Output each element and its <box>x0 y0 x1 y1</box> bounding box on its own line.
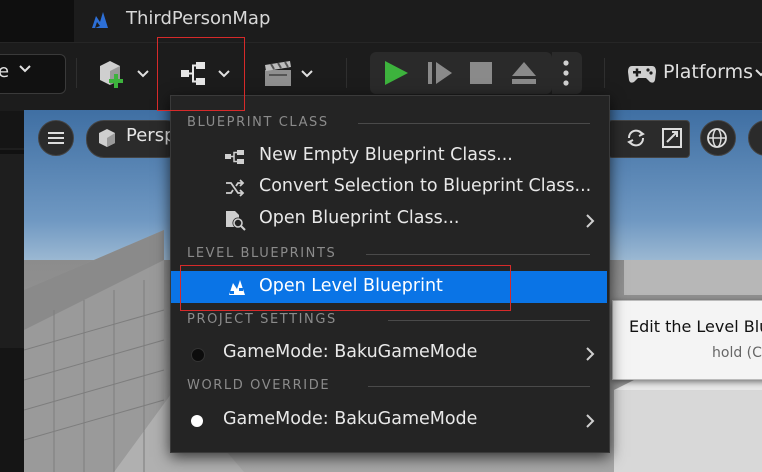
hamburger-icon <box>48 132 64 144</box>
level-icon <box>92 12 108 28</box>
open-blueprint-icon <box>226 211 246 231</box>
section-divider <box>368 386 590 387</box>
play-icon[interactable] <box>380 58 412 88</box>
mode-dropdown[interactable] <box>0 54 66 94</box>
toolbar-divider <box>346 58 347 88</box>
gamepad-icon <box>628 66 656 83</box>
mode-dropdown-label: e <box>0 61 10 82</box>
white-dot-icon <box>191 415 203 427</box>
cinematics-button[interactable] <box>260 52 322 96</box>
chevron-right-icon <box>586 347 595 361</box>
section-header-level-blueprints: LEVEL BLUEPRINTS <box>187 246 337 261</box>
tooltip-shortcut: hold (C <box>712 345 762 361</box>
section-header-world-override: WORLD OVERRIDE <box>187 378 331 393</box>
menu-item-label: GameMode: BakuGameMode <box>223 342 478 362</box>
toolbar-divider <box>76 58 77 88</box>
globe-icon <box>707 128 727 148</box>
menu-item-label: Open Blueprint Class... <box>259 208 460 228</box>
menu-item-label: Convert Selection to Blueprint Class... <box>259 176 592 196</box>
menu-item-label: GameMode: BakuGameMode <box>223 409 478 429</box>
menu-item-label: New Empty Blueprint Class... <box>259 145 513 165</box>
chevron-down-icon <box>19 65 31 73</box>
blueprint-graph-icon <box>225 150 244 164</box>
perspective-label: Persp <box>126 125 176 146</box>
chevron-down-icon <box>755 69 762 77</box>
chevron-right-icon <box>586 214 595 228</box>
toolbar-divider <box>604 58 605 88</box>
section-divider <box>366 254 590 255</box>
rotate-icon[interactable] <box>624 127 648 149</box>
tooltip-text: Edit the Level Blu <box>629 317 762 336</box>
advance-frame-icon[interactable] <box>424 58 456 88</box>
side-panel-divider <box>0 150 24 154</box>
section-divider <box>358 123 590 124</box>
add-actor-button[interactable] <box>94 52 154 96</box>
section-header-project-settings: PROJECT SETTINGS <box>187 312 337 327</box>
section-header-blueprint-class: BLUEPRINT CLASS <box>187 115 329 130</box>
stop-icon[interactable] <box>466 58 496 88</box>
tooltip <box>612 300 762 380</box>
black-dot-icon <box>191 348 205 362</box>
chevron-right-icon <box>586 414 595 428</box>
cube-icon <box>99 129 115 147</box>
highlight-blueprint-button <box>157 37 245 111</box>
eject-icon[interactable] <box>508 58 540 88</box>
shuffle-icon <box>226 179 245 197</box>
highlight-open-level-blueprint <box>180 265 511 311</box>
side-panel <box>0 148 24 348</box>
vertical-dots-icon <box>563 60 569 86</box>
platforms-button[interactable]: Platforms <box>663 61 753 83</box>
scale-icon[interactable] <box>660 127 684 149</box>
section-divider <box>388 320 590 321</box>
tab-title: ThirdPersonMap <box>126 8 271 29</box>
